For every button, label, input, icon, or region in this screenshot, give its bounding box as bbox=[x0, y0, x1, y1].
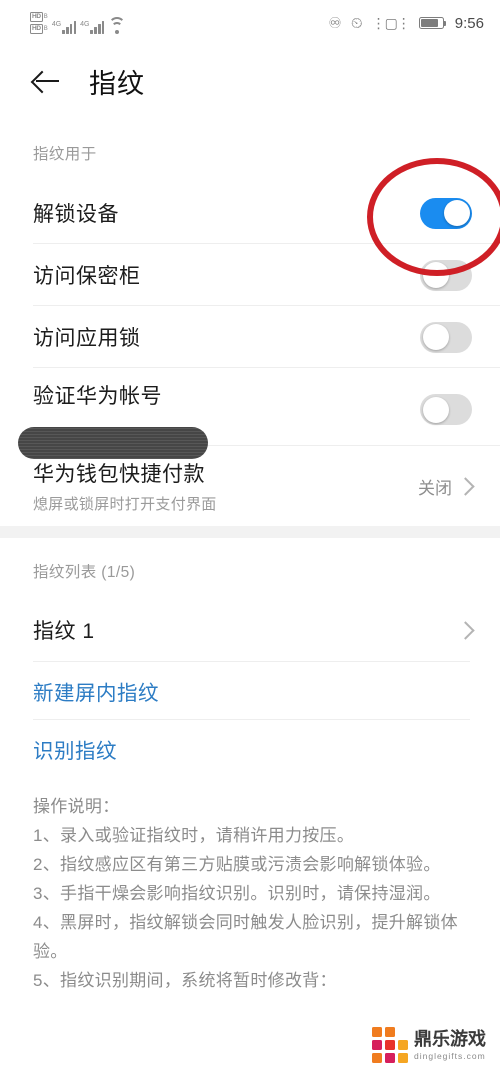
signal-icon-sim2: 4G bbox=[80, 20, 105, 34]
row-label-fingerprint-1: 指纹 1 bbox=[33, 620, 95, 643]
access-safe-toggle[interactable] bbox=[420, 259, 472, 291]
section-divider-band bbox=[0, 526, 500, 538]
phone-screen: HD B HD B 4G 4G ♾ ⏲ ⋮▢⋮ 9:56 指纹 指纹用于 解锁设… bbox=[0, 0, 500, 1084]
row-access-applock[interactable]: 访问应用锁 bbox=[0, 306, 500, 368]
wallet-value: 关闭 bbox=[418, 478, 452, 498]
row-access-safe[interactable]: 访问保密柜 bbox=[0, 244, 500, 306]
usage-list: 解锁设备 访问保密柜 访问应用锁 验证华为帐号 华为钱包快捷付款 熄屏或锁屏时打… bbox=[0, 182, 500, 526]
alarm-icon: ⏲ bbox=[350, 14, 363, 32]
row-label-access-applock: 访问应用锁 bbox=[33, 327, 141, 350]
page-title: 指纹 bbox=[89, 68, 145, 99]
identify-fingerprint-button[interactable]: 识别指纹 bbox=[0, 720, 500, 778]
watermark: 鼎乐游戏 dinglegifts.com bbox=[372, 1027, 486, 1063]
instruction-line-4: 4、黑屏时，指纹解锁会同时触发人脸识别，提升解锁体验。 bbox=[33, 913, 458, 961]
volte-hd-stack: HD B HD B bbox=[30, 12, 48, 34]
signal-bars-2 bbox=[90, 20, 105, 34]
unlock-device-toggle[interactable] bbox=[420, 197, 472, 229]
verify-huawei-id-toggle[interactable] bbox=[420, 394, 472, 425]
clock-time: 9:56 bbox=[454, 14, 484, 32]
row-label-access-safe: 访问保密柜 bbox=[33, 265, 141, 288]
battery-icon bbox=[418, 17, 447, 29]
row-label-unlock-device: 解锁设备 bbox=[33, 203, 119, 226]
link-label-new-fingerprint: 新建屏内指纹 bbox=[33, 682, 159, 705]
wifi-icon bbox=[108, 17, 126, 34]
instruction-line-3: 3、手指干燥会影响指纹识别。识别时，请保持湿润。 bbox=[33, 884, 441, 903]
instruction-line-1: 1、录入或验证指纹时，请稍许用力按压。 bbox=[33, 826, 355, 845]
instructions-heading: 操作说明： bbox=[33, 797, 120, 816]
access-applock-toggle[interactable] bbox=[420, 321, 472, 353]
status-bar-left: HD B HD B 4G 4G bbox=[30, 12, 126, 34]
watermark-brand-en: dinglegifts.com bbox=[414, 1050, 486, 1061]
fingerprint-items: 指纹 1 新建屏内指纹 识别指纹 bbox=[0, 598, 500, 778]
wallet-texts: 华为钱包快捷付款 熄屏或锁屏时打开支付界面 bbox=[33, 458, 217, 514]
status-bar: HD B HD B 4G 4G ♾ ⏲ ⋮▢⋮ 9:56 bbox=[0, 0, 500, 46]
usage-section: 指纹用于 解锁设备 访问保密柜 访问应用锁 验证华为帐号 华为钱包快捷付款 熄屏… bbox=[0, 142, 500, 995]
watermark-text: 鼎乐游戏 dinglegifts.com bbox=[414, 1030, 486, 1061]
row-unlock-device[interactable]: 解锁设备 bbox=[0, 182, 500, 244]
status-bar-right: ♾ ⏲ ⋮▢⋮ 9:56 bbox=[328, 15, 484, 32]
hd-badge-2: HD bbox=[30, 24, 43, 34]
signal-icon-sim1: 4G bbox=[51, 20, 77, 34]
new-in-screen-fingerprint-button[interactable]: 新建屏内指纹 bbox=[0, 662, 500, 720]
fingerprint-list-section: 指纹列表 (1/5) 指纹 1 新建屏内指纹 识别指纹 bbox=[0, 538, 500, 778]
volte-hd-icon-2: HD B bbox=[30, 24, 48, 34]
watermark-brand-cn: 鼎乐游戏 bbox=[414, 1028, 486, 1049]
headset-icon: ♾ bbox=[328, 14, 342, 32]
instructions-block: 操作说明： 1、录入或验证指纹时，请稍许用力按压。 2、指纹感应区有第三方贴膜或… bbox=[0, 778, 500, 995]
signal-bars-1 bbox=[62, 20, 77, 34]
network-type-label-1: 4G bbox=[51, 21, 62, 28]
link-label-identify-fingerprint: 识别指纹 bbox=[33, 740, 117, 763]
chevron-right-icon bbox=[456, 620, 475, 640]
watermark-logo-icon bbox=[372, 1027, 408, 1063]
instruction-line-5: 5、指纹识别期间，系统将暂时修改背： bbox=[33, 971, 337, 990]
hd-badge-1: HD bbox=[30, 12, 43, 22]
chevron-right-icon bbox=[456, 476, 475, 496]
back-arrow-icon[interactable] bbox=[27, 64, 61, 98]
volte-hd-icon-1: HD B bbox=[30, 12, 48, 22]
vibrate-icon: ⋮▢⋮ bbox=[371, 14, 411, 31]
hd-sub-1: B bbox=[43, 14, 48, 20]
usage-section-label: 指纹用于 bbox=[33, 146, 97, 163]
row-label-verify-huawei-id: 验证华为帐号 bbox=[33, 385, 162, 408]
wallet-right: 关闭 bbox=[418, 474, 475, 499]
instruction-line-2: 2、指纹感应区有第三方贴膜或污渍会影响解锁体验。 bbox=[33, 855, 441, 874]
row-label-huawei-wallet: 华为钱包快捷付款 bbox=[33, 463, 205, 486]
network-type-label-2: 4G bbox=[80, 21, 90, 28]
row-sub-huawei-wallet: 熄屏或锁屏时打开支付界面 bbox=[33, 496, 217, 513]
redaction-bar bbox=[18, 427, 208, 459]
fingerprint-list-label: 指纹列表 (1/5) bbox=[33, 564, 136, 581]
row-fingerprint-1[interactable]: 指纹 1 bbox=[0, 598, 500, 662]
title-bar: 指纹 bbox=[0, 50, 500, 112]
hd-sub-2: B bbox=[43, 26, 48, 32]
